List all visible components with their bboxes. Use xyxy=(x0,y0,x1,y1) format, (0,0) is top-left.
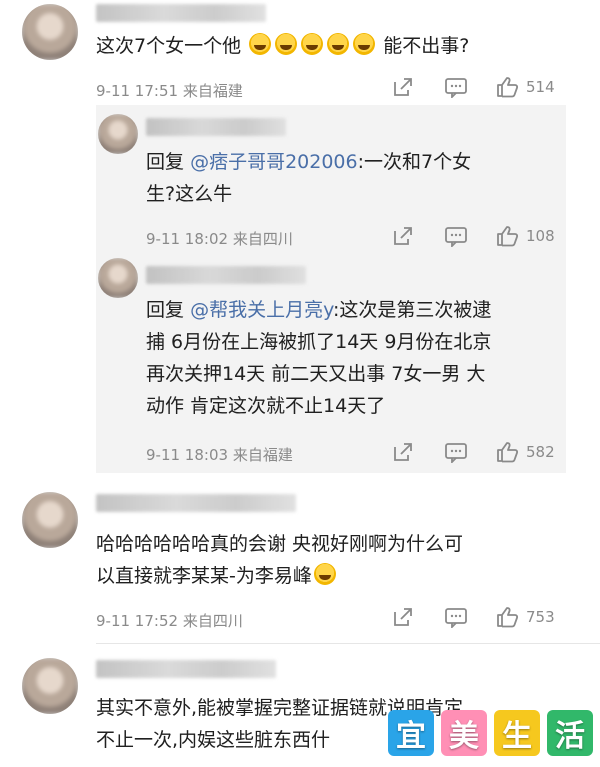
reply-button[interactable] xyxy=(444,225,468,247)
like-count: 753 xyxy=(526,608,555,626)
location: 来自四川 xyxy=(232,230,293,248)
thumbs-up-icon xyxy=(496,441,520,463)
watermark-logo: 宜 美 生 活 xyxy=(388,705,593,761)
comment-meta: 9-11 18:02 来自四川 xyxy=(146,228,293,249)
username-blurred[interactable] xyxy=(96,660,276,678)
thumbs-up-icon xyxy=(496,225,520,247)
divider xyxy=(96,643,600,644)
laugh-cry-emoji-icon xyxy=(301,33,324,55)
share-icon xyxy=(392,225,414,247)
laugh-cry-emoji-icon xyxy=(353,33,376,55)
username-blurred[interactable] xyxy=(146,266,306,284)
reply-text: 回复 @帮我关上月亮y:这次是第三次被逮 捕 6月份在上海被抓了14天 9月份在… xyxy=(146,299,492,417)
comment-icon xyxy=(444,606,468,628)
mention-link[interactable]: @痞子哥哥202006 xyxy=(190,151,358,173)
share-icon xyxy=(392,606,414,628)
watermark-char: 活 xyxy=(547,710,593,756)
timestamp: 9-11 18:02 xyxy=(146,230,229,248)
reply-text: 回复 @痞子哥哥202006:一次和7个女 生?这么牛 xyxy=(146,151,472,205)
watermark-char: 生 xyxy=(494,710,540,756)
share-button[interactable] xyxy=(392,76,414,98)
thumbs-up-icon xyxy=(496,606,520,628)
laugh-cry-emoji-icon xyxy=(275,33,298,55)
comment-meta: 9-11 18:03 来自福建 xyxy=(146,444,293,465)
username-blurred[interactable] xyxy=(146,118,286,136)
share-button[interactable] xyxy=(392,225,414,247)
like-button[interactable]: 108 xyxy=(496,225,555,247)
like-button[interactable]: 514 xyxy=(496,76,555,98)
share-button[interactable] xyxy=(392,441,414,463)
comment-icon xyxy=(444,441,468,463)
location: 来自福建 xyxy=(182,82,243,100)
watermark-char: 宜 xyxy=(388,710,434,756)
like-count: 108 xyxy=(526,227,555,245)
comment-text: 这次7个女一个他 能不出事? xyxy=(96,33,470,57)
timestamp: 9-11 17:52 xyxy=(96,612,179,630)
timestamp: 9-11 18:03 xyxy=(146,446,229,464)
share-button[interactable] xyxy=(392,606,414,628)
reply-button[interactable] xyxy=(444,441,468,463)
comment-meta: 9-11 17:51 来自福建 xyxy=(96,80,243,101)
timestamp: 9-11 17:51 xyxy=(96,82,179,100)
laugh-cry-emoji-icon xyxy=(327,33,350,55)
comment-text: 哈哈哈哈哈哈真的会谢 央视好刚啊为什么可 以直接就李某某-为李易峰 xyxy=(96,533,464,587)
like-button[interactable]: 753 xyxy=(496,606,555,628)
laugh-cry-emoji-icon xyxy=(249,33,272,55)
watermark-char: 美 xyxy=(441,710,487,756)
comment-icon xyxy=(444,76,468,98)
mention-link[interactable]: @帮我关上月亮y xyxy=(190,299,333,321)
avatar[interactable] xyxy=(22,492,78,548)
like-count: 514 xyxy=(526,78,555,96)
avatar[interactable] xyxy=(22,4,78,60)
avatar[interactable] xyxy=(98,258,138,298)
thumbs-up-icon xyxy=(496,76,520,98)
location: 来自四川 xyxy=(182,612,243,630)
like-button[interactable]: 582 xyxy=(496,441,555,463)
share-icon xyxy=(392,76,414,98)
comment-icon xyxy=(444,225,468,247)
location: 来自福建 xyxy=(232,446,293,464)
like-count: 582 xyxy=(526,443,555,461)
reply-button[interactable] xyxy=(444,76,468,98)
laugh-cry-emoji-icon xyxy=(313,563,336,585)
avatar[interactable] xyxy=(22,658,78,714)
username-blurred[interactable] xyxy=(96,494,296,512)
avatar[interactable] xyxy=(98,114,138,154)
comment-meta: 9-11 17:52 来自四川 xyxy=(96,610,243,631)
reply-button[interactable] xyxy=(444,606,468,628)
username-blurred[interactable] xyxy=(96,4,266,22)
share-icon xyxy=(392,441,414,463)
